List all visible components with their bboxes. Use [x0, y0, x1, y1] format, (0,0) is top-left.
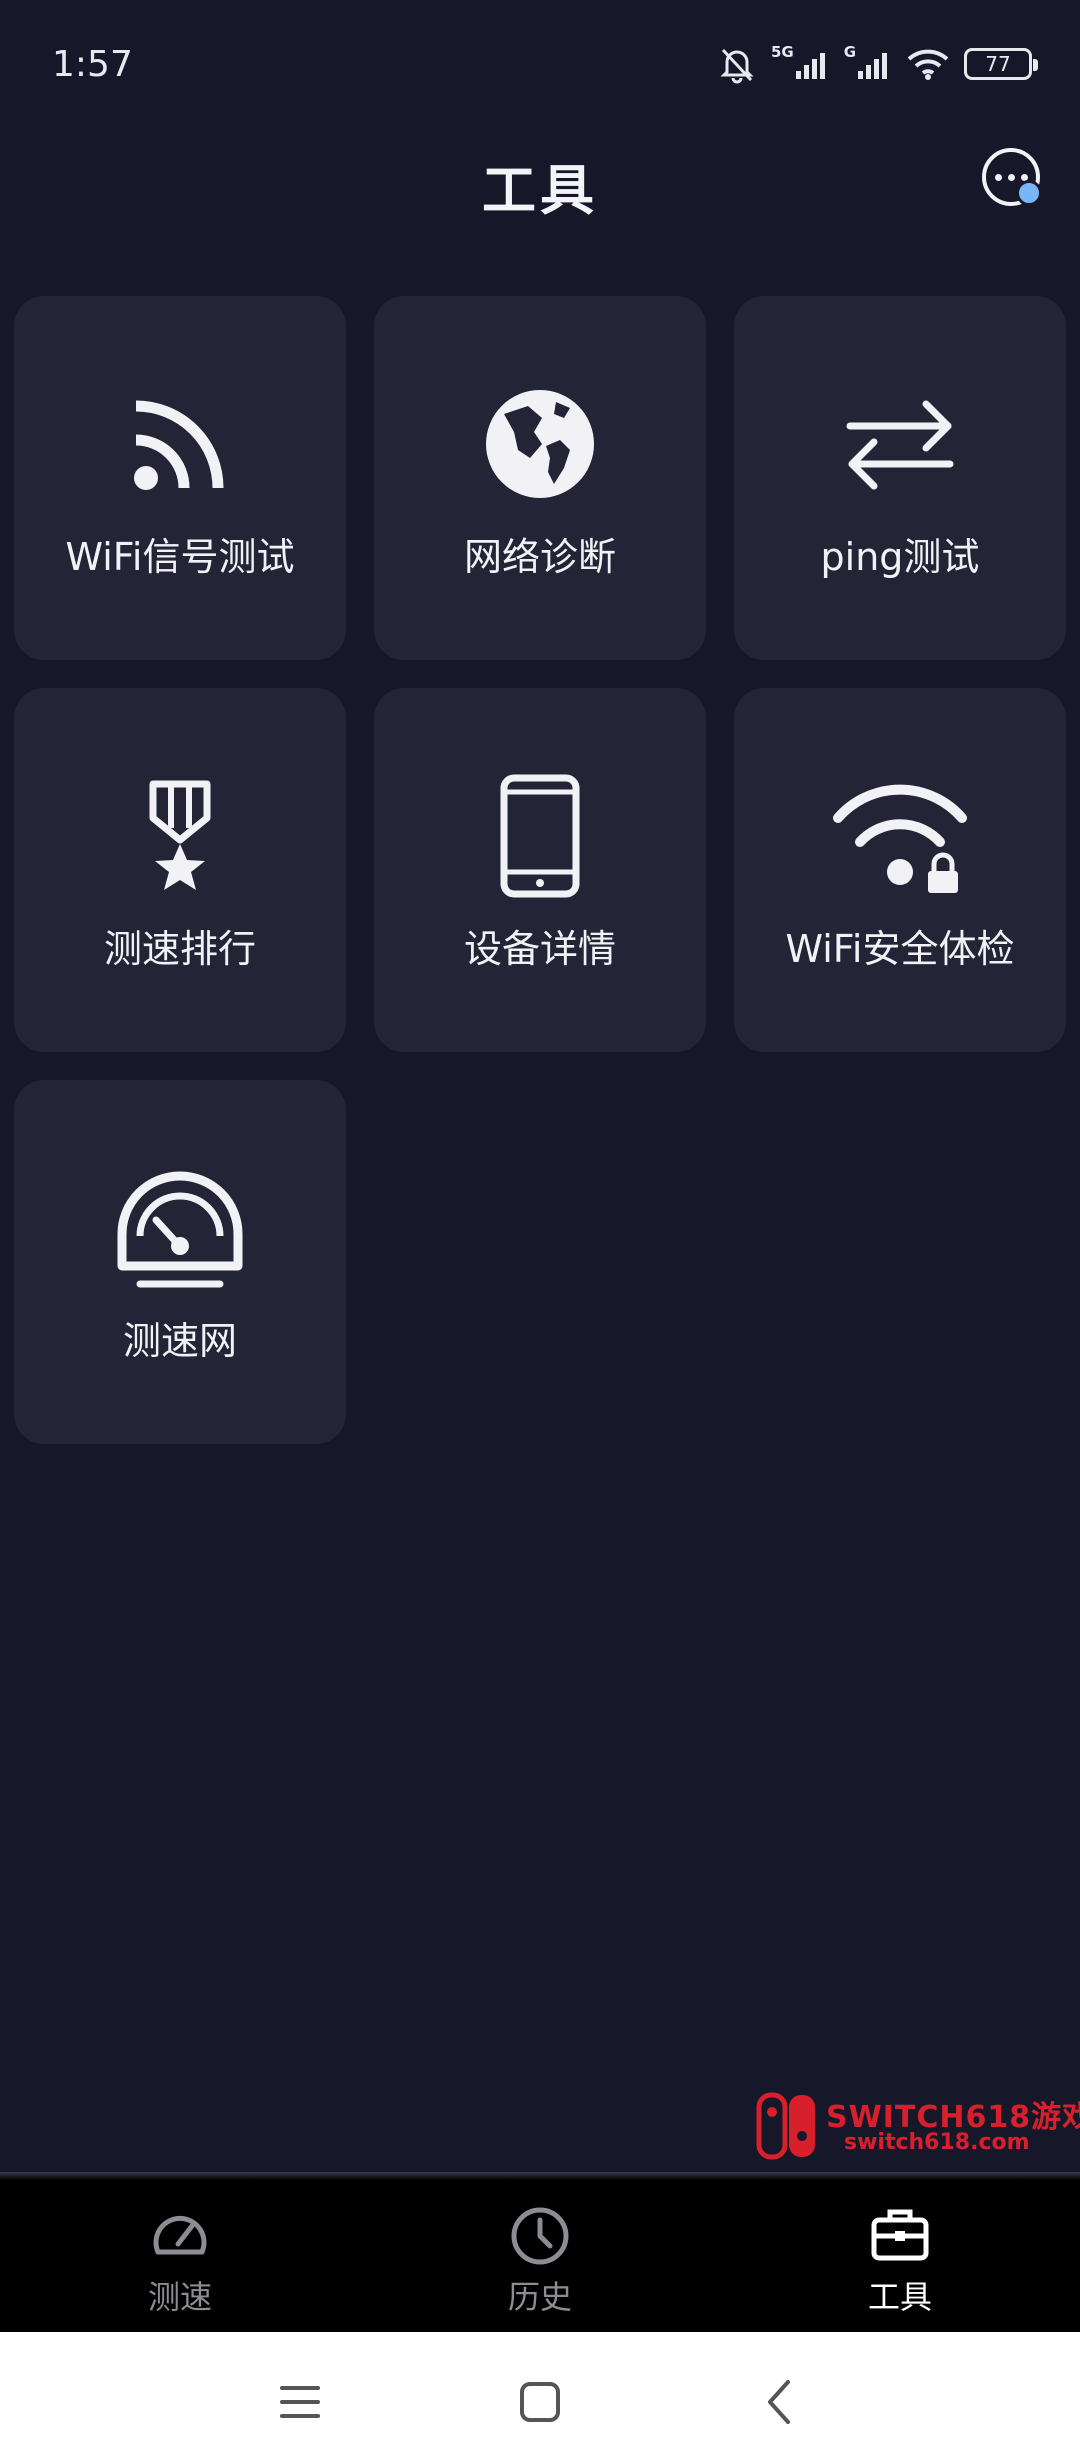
status-icons: 5G G 77	[717, 42, 1038, 86]
nav-tab-history[interactable]: 历史	[360, 2180, 720, 2332]
bottom-nav: 测速 历史 工具	[0, 2180, 1080, 2332]
speedometer-icon	[14, 1168, 346, 1288]
tool-label: WiFi信号测试	[65, 535, 295, 579]
more-dot-icon	[1007, 173, 1015, 181]
tool-label: 设备详情	[463, 927, 616, 971]
nav-label: 工具	[867, 2278, 932, 2316]
watermark-url: switch618.com	[844, 2130, 1030, 2155]
tool-label: 测速排行	[103, 927, 256, 971]
network-g-label: G	[843, 43, 856, 61]
system-nav-bar	[0, 2332, 1080, 2460]
system-home-button[interactable]	[500, 2362, 580, 2442]
more-dot-icon	[994, 173, 1002, 181]
tool-label: 网络诊断	[463, 535, 616, 579]
more-options-button[interactable]	[982, 148, 1042, 206]
nav-tab-speedtest[interactable]: 测速	[0, 2180, 360, 2332]
switch-logo-icon	[756, 2092, 815, 2160]
bottom-divider	[0, 2172, 1080, 2180]
battery-level: 77	[985, 52, 1011, 76]
signal-strength-icon	[795, 53, 825, 79]
transfer-arrows-icon	[734, 384, 1066, 504]
speed-gauge-icon	[0, 2206, 360, 2266]
nav-label: 测速	[147, 2278, 212, 2316]
clock-icon	[360, 2206, 720, 2266]
tool-card-ping-test[interactable]: ping测试	[734, 296, 1066, 660]
tool-card-device-details[interactable]: 设备详情	[374, 688, 706, 1052]
medal-icon	[14, 776, 346, 896]
nav-tab-tools[interactable]: 工具	[720, 2180, 1080, 2332]
system-back-button[interactable]	[740, 2362, 820, 2442]
tool-card-speedtest-net[interactable]: 测速网	[14, 1080, 346, 1444]
page-title: 工具	[482, 159, 598, 222]
battery-indicator: 77	[964, 48, 1038, 80]
toolbox-icon	[720, 2206, 1080, 2266]
wifi-lock-icon	[734, 776, 1066, 896]
tool-card-network-diagnosis[interactable]: 网络诊断	[374, 296, 706, 660]
globe-icon	[374, 384, 706, 504]
network-5g-label: 5G	[770, 43, 794, 61]
signal-strength-icon-2	[858, 53, 887, 79]
watermark: SWITCH618游戏 switch618.com	[756, 2092, 1080, 2164]
wifi-signal-icon	[14, 384, 346, 504]
status-time: 1:57	[52, 44, 133, 85]
tool-card-speed-ranking[interactable]: 测速排行	[14, 688, 346, 1052]
tool-label: WiFi安全体检	[785, 927, 1015, 971]
wifi-status-icon	[907, 49, 949, 80]
status-bar: 1:57 5G G 77	[0, 0, 1080, 130]
tool-label: ping测试	[820, 535, 980, 579]
phone-icon	[374, 774, 706, 898]
tool-card-wifi-security-check[interactable]: WiFi安全体检	[734, 688, 1066, 1052]
back-chevron-icon	[768, 2380, 790, 2424]
menu-icon	[280, 2386, 320, 2418]
notification-dot	[1016, 180, 1042, 206]
nav-label: 历史	[507, 2278, 572, 2316]
tool-card-wifi-signal-test[interactable]: WiFi信号测试	[14, 296, 346, 660]
system-menu-button[interactable]	[260, 2362, 340, 2442]
home-square-icon	[520, 2382, 560, 2422]
mute-bell-icon	[720, 48, 754, 84]
tool-label: 测速网	[122, 1319, 237, 1363]
